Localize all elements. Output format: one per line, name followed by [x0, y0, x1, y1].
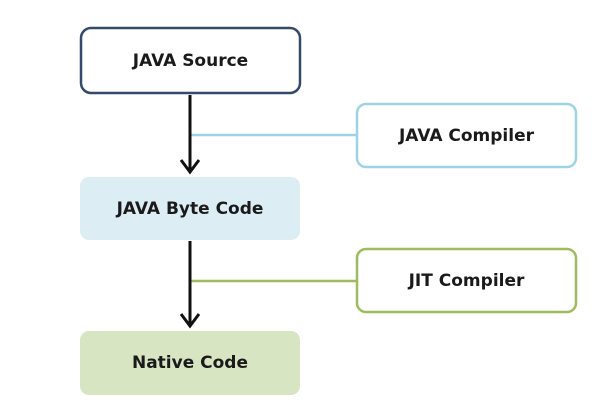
node-native-code-label: Native Code — [132, 353, 248, 373]
node-java-byte-code-label: JAVA Byte Code — [116, 199, 264, 219]
node-java-source: JAVA Source — [79, 26, 302, 95]
node-jit-compiler-label: JIT Compiler — [408, 271, 525, 291]
node-java-compiler: JAVA Compiler — [355, 102, 578, 169]
node-java-byte-code: JAVA Byte Code — [80, 177, 300, 240]
java-compilation-flow-diagram: JAVA Source JAVA Byte Code Native Code J… — [79, 26, 578, 395]
node-jit-compiler: JIT Compiler — [355, 247, 578, 314]
arrow-bytecode-to-native — [179, 241, 201, 329]
node-java-source-label: JAVA Source — [132, 51, 248, 71]
node-java-compiler-label: JAVA Compiler — [398, 126, 535, 146]
node-native-code: Native Code — [80, 331, 300, 395]
arrow-source-to-bytecode — [179, 95, 201, 175]
